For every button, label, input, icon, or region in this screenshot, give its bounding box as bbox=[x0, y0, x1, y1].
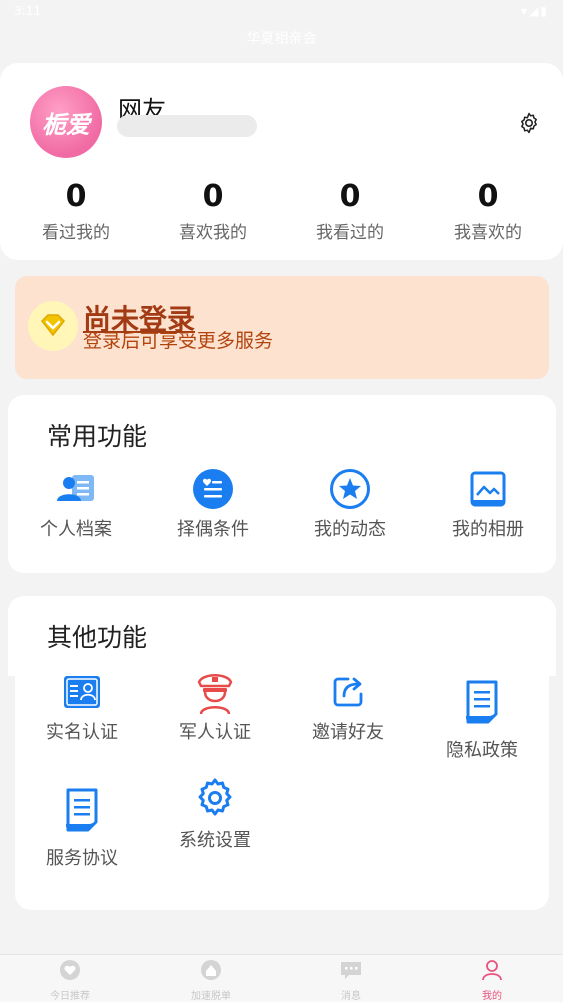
stat-i-viewed[interactable]: 0 我看过的 bbox=[290, 178, 410, 243]
func-service-agreement[interactable]: 服务协议 bbox=[27, 786, 137, 870]
stat-label: 我喜欢的 bbox=[454, 223, 522, 243]
gear-icon[interactable] bbox=[517, 111, 541, 135]
profile-card: 栀爱 网友 0 看过我的 0 喜欢我的 0 我看过的 0 我喜欢的 bbox=[0, 63, 563, 260]
tab-mine[interactable]: 我的 bbox=[452, 959, 532, 1002]
func-privacy-policy[interactable]: 隐私政策 bbox=[427, 678, 537, 762]
status-bar: 3:11 ▾◢▮ bbox=[0, 0, 563, 24]
heart-icon bbox=[60, 960, 80, 980]
stat-value: 0 bbox=[202, 179, 224, 214]
star-icon bbox=[330, 469, 370, 509]
func-label: 邀请好友 bbox=[312, 722, 384, 743]
soldier-icon bbox=[197, 674, 233, 714]
id-card-icon bbox=[64, 676, 100, 708]
section-title-other: 其他功能 bbox=[47, 623, 148, 652]
stat-viewed-me[interactable]: 0 看过我的 bbox=[16, 178, 136, 243]
list-icon bbox=[193, 469, 233, 509]
func-my-moments[interactable]: 我的动态 bbox=[295, 467, 405, 541]
section-title-common: 常用功能 bbox=[47, 422, 148, 451]
func-label: 服务协议 bbox=[46, 848, 118, 869]
stat-label: 我看过的 bbox=[316, 223, 384, 243]
func-my-album[interactable]: 我的相册 bbox=[433, 467, 543, 541]
stat-label: 看过我的 bbox=[42, 223, 110, 243]
func-personal-profile[interactable]: 个人档案 bbox=[21, 467, 131, 541]
share-icon bbox=[333, 677, 363, 707]
func-real-name-auth[interactable]: 实名认证 bbox=[27, 670, 137, 744]
tab-label: 今日推荐 bbox=[50, 991, 90, 1002]
app-title: 华夏相亲会 bbox=[246, 31, 317, 47]
stat-value: 0 bbox=[477, 179, 499, 214]
common-functions-card: 常用功能 个人档案 择偶条件 我的动态 我的相册 bbox=[8, 395, 556, 573]
func-partner-criteria[interactable]: 择偶条件 bbox=[158, 467, 268, 541]
photo-album-icon bbox=[470, 471, 506, 507]
status-time: 3:11 bbox=[14, 4, 41, 18]
avatar-logo-text: 栀爱 bbox=[42, 109, 90, 139]
home-icon bbox=[201, 960, 221, 980]
document-icon bbox=[66, 788, 98, 832]
message-icon bbox=[341, 962, 361, 979]
func-military-auth[interactable]: 军人认证 bbox=[160, 670, 270, 744]
gear-icon bbox=[198, 778, 232, 816]
user-info-placeholder bbox=[117, 115, 257, 137]
stat-value: 0 bbox=[65, 179, 87, 214]
func-label: 择偶条件 bbox=[177, 519, 249, 540]
func-system-settings[interactable]: 系统设置 bbox=[160, 776, 270, 852]
stat-liked-me[interactable]: 0 喜欢我的 bbox=[153, 178, 273, 243]
func-label: 我的相册 bbox=[452, 519, 524, 540]
other-functions-card: 实名认证 军人认证 邀请好友 隐私政策 服务协议 系统设置 bbox=[15, 670, 549, 910]
func-label: 个人档案 bbox=[40, 519, 112, 540]
profile-card-icon bbox=[57, 475, 94, 501]
bottom-tab-bar: 今日推荐 加速脱单 消息 我的 bbox=[0, 954, 563, 1002]
func-label: 军人认证 bbox=[179, 722, 251, 743]
tab-label: 加速脱单 bbox=[191, 991, 231, 1002]
diamond-icon bbox=[40, 314, 66, 337]
tab-messages[interactable]: 消息 bbox=[311, 959, 391, 1002]
status-icons: ▾◢▮ bbox=[521, 4, 549, 18]
diamond-icon-bg bbox=[28, 301, 78, 351]
tab-today-recommend[interactable]: 今日推荐 bbox=[30, 959, 110, 1002]
tab-label: 消息 bbox=[341, 991, 361, 1002]
tab-speed-dating[interactable]: 加速脱单 bbox=[171, 959, 251, 1002]
func-label: 隐私政策 bbox=[446, 740, 518, 761]
avatar[interactable]: 栀爱 bbox=[30, 86, 102, 158]
stat-i-liked[interactable]: 0 我喜欢的 bbox=[428, 178, 548, 243]
login-subtitle: 登录后可享受更多服务 bbox=[83, 330, 274, 352]
tab-label: 我的 bbox=[482, 991, 502, 1002]
document-icon bbox=[466, 680, 498, 724]
other-functions-card-header: 其他功能 bbox=[8, 596, 556, 676]
person-icon bbox=[482, 960, 502, 981]
stat-label: 喜欢我的 bbox=[179, 223, 247, 243]
func-label: 我的动态 bbox=[314, 519, 386, 540]
login-banner[interactable]: 尚未登录 登录后可享受更多服务 bbox=[15, 276, 549, 379]
stats-row: 0 看过我的 0 喜欢我的 0 我看过的 0 我喜欢的 bbox=[0, 178, 563, 248]
func-invite-friends[interactable]: 邀请好友 bbox=[293, 670, 403, 744]
func-label: 系统设置 bbox=[179, 830, 251, 851]
stat-value: 0 bbox=[339, 179, 361, 214]
func-label: 实名认证 bbox=[46, 722, 118, 743]
